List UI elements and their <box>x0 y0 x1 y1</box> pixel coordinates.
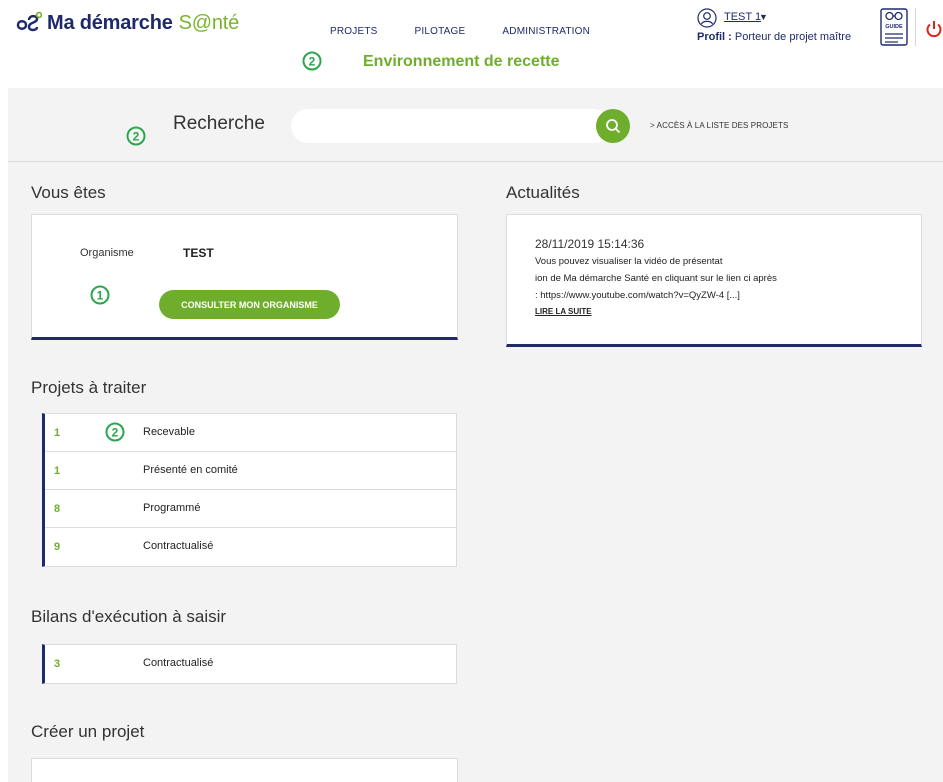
search-title: Recherche <box>173 113 265 134</box>
row-count: 1 <box>54 427 61 439</box>
projects-list-link[interactable]: > ACCÈS À LA LISTE DES PROJETS <box>650 121 788 130</box>
creer-projet-title: Créer un projet <box>31 722 145 741</box>
org-badge-icon: 1 <box>90 285 110 305</box>
bilans-title: Bilans d'exécution à saisir <box>31 607 227 626</box>
logo[interactable]: Ma démarche S@nté <box>16 8 239 38</box>
user-avatar-icon[interactable] <box>697 8 717 28</box>
list-item[interactable]: 9 Contractualisé <box>45 528 456 566</box>
guide-book-icon[interactable]: GUIDE <box>880 8 908 46</box>
power-logout-icon[interactable] <box>925 20 943 38</box>
row-badge-icon: 2 <box>105 422 125 442</box>
row-count: 8 <box>54 503 61 515</box>
profile-line: Profil : Porteur de projet maître <box>697 31 851 43</box>
row-label: Contractualisé <box>143 657 214 669</box>
main-content: 2 Recherche > ACCÈS À LA LISTE DES PROJE… <box>8 88 943 782</box>
news-line: Vous pouvez visualiser la vidéo de prése… <box>535 256 723 267</box>
row-count: 1 <box>54 465 61 477</box>
org-value: TEST <box>183 246 214 260</box>
row-label: Recevable <box>143 426 195 438</box>
row-label: Contractualisé <box>143 540 214 552</box>
consult-organisation-button[interactable]: CONSULTER MON ORGANISME <box>159 290 340 319</box>
projets-a-traiter-title: Projets à traiter <box>31 378 147 397</box>
vous-etes-title: Vous êtes <box>31 183 106 202</box>
environment-badge-number: 2 <box>309 55 316 69</box>
environment-label: Environnement de recette <box>363 53 560 70</box>
nav-projets[interactable]: PROJETS <box>330 26 378 37</box>
profile-label: Profil : <box>697 31 732 43</box>
search-icon <box>606 119 621 134</box>
search-badge-number: 2 <box>133 130 140 144</box>
logo-text-main: Ma démarche <box>47 11 173 34</box>
nav-pilotage[interactable]: PILOTAGE <box>415 26 466 37</box>
environment-badge-icon: 2 <box>302 51 322 71</box>
row-label: Présenté en comité <box>143 464 238 476</box>
logo-mark-icon <box>16 11 42 32</box>
user-name-link[interactable]: TEST 1 <box>724 11 761 23</box>
news-line: ion de Ma démarche Santé en cliquant sur… <box>535 273 777 284</box>
projets-a-traiter-list: 1 2 Recevable 1 Présenté en comité 8 Pro… <box>42 413 457 567</box>
search-bar: 2 Recherche > ACCÈS À LA LISTE DES PROJE… <box>8 88 943 162</box>
row-label: Programmé <box>143 502 201 514</box>
list-item[interactable]: 8 Programmé <box>45 490 456 528</box>
list-item[interactable]: 3 Contractualisé <box>45 645 456 683</box>
profile-value: Porteur de projet maître <box>734 31 852 43</box>
search-badge-icon: 2 <box>126 126 146 146</box>
bilans-list: 3 Contractualisé <box>42 644 457 684</box>
org-badge-number: 1 <box>97 289 104 303</box>
row-count: 3 <box>54 658 61 670</box>
nav-administration[interactable]: ADMINISTRATION <box>502 26 590 37</box>
header-divider <box>915 8 916 46</box>
news-line: : https://www.youtube.com/watch?v=QyZW-4… <box>535 290 740 301</box>
row-count: 9 <box>54 541 61 553</box>
guide-icon-label: GUIDE <box>885 24 903 30</box>
list-item[interactable]: 1 Présenté en comité <box>45 452 456 490</box>
org-label: Organisme <box>80 247 134 259</box>
logo-text-accent: S@nté <box>178 11 240 34</box>
list-item[interactable]: 1 2 Recevable <box>45 414 456 452</box>
news-date: 28/11/2019 15:14:36 <box>535 237 645 251</box>
user-menu-caret-icon[interactable]: ▼ <box>759 12 768 22</box>
organisation-card: Organisme TEST 1 CONSULTER MON ORGANISME <box>31 214 458 340</box>
create-project-card <box>31 758 458 782</box>
search-button[interactable] <box>596 109 630 143</box>
actualites-title: Actualités <box>506 183 580 202</box>
main-nav: PROJETS PILOTAGE ADMINISTRATION <box>330 26 590 37</box>
header: Ma démarche S@nté PROJETS PILOTAGE ADMIN… <box>0 0 943 88</box>
news-read-more-link[interactable]: LIRE LA SUITE <box>535 307 592 316</box>
news-card: 28/11/2019 15:14:36 Vous pouvez visualis… <box>506 214 922 347</box>
search-input[interactable] <box>291 109 611 143</box>
row-badge-number: 2 <box>112 426 119 440</box>
